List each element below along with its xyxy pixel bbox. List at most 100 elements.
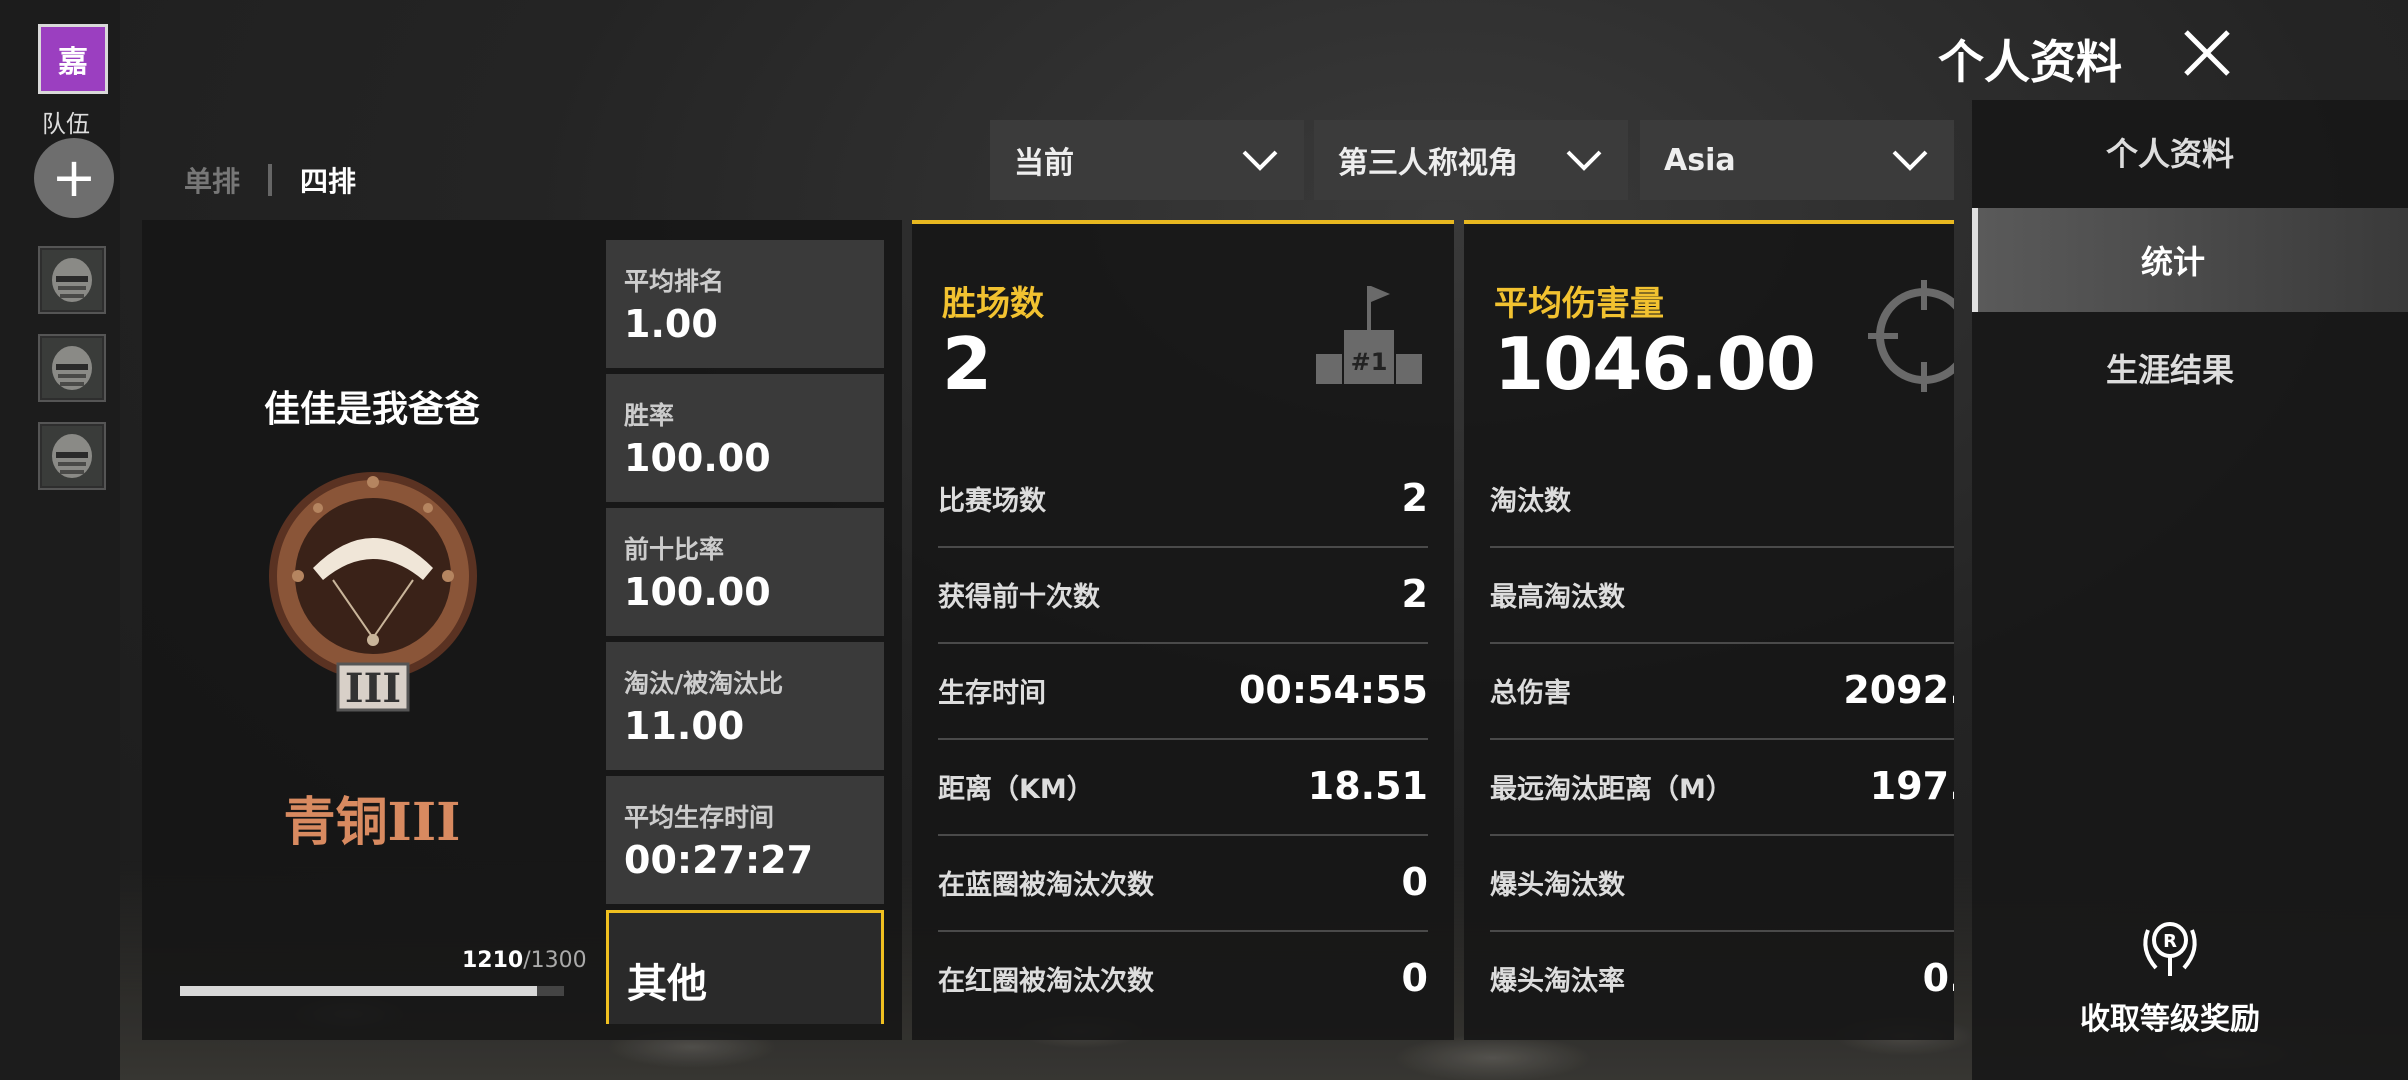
row-label: 总伤害 (1490, 677, 1571, 709)
teammate-avatar-2[interactable] (38, 334, 106, 402)
row-label: 生存时间 (938, 677, 1046, 709)
stat-label: 淘汰/被淘汰比 (624, 669, 784, 698)
stat-row-blue-zone-deaths: 在蓝圈被淘汰次数 0 (938, 834, 1428, 930)
season-value: 当前 (1014, 146, 1074, 181)
stat-value: 100.00 (624, 570, 771, 614)
nav-item-label: 统计 (2140, 243, 2205, 281)
nav-item-stats[interactable]: 统计 (1972, 208, 2408, 312)
row-label: 最高淘汰数 (1490, 581, 1625, 613)
tab-divider (268, 164, 273, 196)
xp-progress-bar (180, 986, 564, 996)
nav-item-label: 个人资料 (2105, 135, 2234, 173)
wins-value: 2 (942, 322, 992, 406)
reward-label: 收取等级奖励 (2080, 1002, 2260, 1037)
stat-label: 胜率 (624, 401, 675, 430)
chevron-down-icon (1566, 150, 1602, 171)
tab-squad[interactable]: 四排 (300, 160, 356, 200)
bronze-rank-badge-icon: III (269, 472, 477, 712)
profile-card: 佳佳是我爸爸 III 青铜III 1210/1300 平均排名 1.00 胜率 … (142, 220, 902, 1040)
mode-tabs: 单排 四排 (184, 160, 356, 200)
stat-row-headshot-rate: 爆头淘汰率 0.3 (1490, 930, 1954, 1026)
stat-tile-avg-survival: 平均生存时间 00:27:27 (606, 776, 884, 904)
nav-item-label: 生涯结果 (2105, 351, 2234, 389)
stat-row-red-zone-deaths: 在红圈被淘汰次数 0 (938, 930, 1428, 1026)
podium-rank-label: #1 (1351, 348, 1388, 376)
wins-title: 胜场数 (942, 284, 1044, 324)
tab-solo[interactable]: 单排 (184, 160, 240, 200)
crosshair-icon (1868, 280, 1954, 392)
teammate-avatar-3[interactable] (38, 422, 106, 490)
stat-row-distance: 距离（KM） 18.51 (938, 738, 1428, 834)
soldier-helmet-icon (42, 426, 102, 486)
stat-row-total-damage: 总伤害 2092.0 (1490, 642, 1954, 738)
podium-flag-icon: #1 (1316, 286, 1422, 384)
rank-numeral: III (345, 665, 401, 712)
row-value: 2092.0 (1843, 668, 1954, 712)
region-value: Asia (1664, 142, 1736, 178)
row-value: 197.0 (1869, 764, 1954, 808)
damage-title: 平均伤害量 (1494, 284, 1664, 324)
right-nav-panel: 个人资料 统计 生涯结果 R 收取等级奖励 (1972, 100, 2408, 1080)
row-label: 爆头淘汰率 (1490, 965, 1625, 997)
page-title: 个人资料 (1938, 35, 2122, 89)
xp-progress-fill (180, 986, 538, 996)
soldier-helmet-icon (42, 250, 102, 310)
team-sidebar: 嘉 队伍 + (0, 0, 120, 1080)
nav-item-profile[interactable]: 个人资料 (1972, 100, 2408, 204)
row-value: 18.51 (1307, 764, 1428, 808)
stat-row-survival-time: 生存时间 00:54:55 (938, 642, 1428, 738)
stat-row-matches: 比赛场数 2 (938, 450, 1428, 546)
other-stats-label: 其他 (627, 960, 707, 1007)
chevron-down-icon (1242, 150, 1278, 171)
soldier-helmet-icon (42, 338, 102, 398)
row-value: 0 (1401, 860, 1428, 904)
wins-card: 胜场数 2 #1 比赛场数 2 获得前十次数 2 生存时间 00:54:55 距… (912, 220, 1454, 1040)
xp-current: 1210 (462, 948, 524, 973)
stat-tile-kd-ratio: 淘汰/被淘汰比 11.00 (606, 642, 884, 770)
row-value: 2 (1401, 572, 1428, 616)
row-label: 获得前十次数 (938, 581, 1100, 613)
xp-max: /1300 (523, 948, 587, 973)
stat-tile-avg-rank: 平均排名 1.00 (606, 240, 884, 368)
self-avatar[interactable]: 嘉 (38, 24, 108, 94)
stat-value: 11.00 (624, 704, 745, 748)
row-label: 距离（KM） (938, 773, 1094, 805)
other-stats-tab[interactable]: 其他 (606, 910, 884, 1024)
damage-card: 平均伤害量 1046.00 淘汰数 最高淘汰数 总伤害 2092.0 最远淘汰距… (1464, 220, 1954, 1040)
perspective-dropdown[interactable]: 第三人称视角 (1314, 120, 1628, 200)
stat-row-kills: 淘汰数 (1490, 450, 1954, 546)
damage-value: 1046.00 (1494, 322, 1816, 406)
region-dropdown[interactable]: Asia (1640, 120, 1954, 200)
row-value: 00:54:55 (1238, 668, 1428, 712)
nav-item-career[interactable]: 生涯结果 (1972, 316, 2408, 420)
player-name: 佳佳是我爸爸 (263, 389, 480, 430)
stat-value: 1.00 (624, 302, 718, 346)
collect-level-reward-button[interactable]: R 收取等级奖励 (1972, 910, 2408, 1038)
stat-label: 平均排名 (624, 267, 725, 296)
add-teammate-button[interactable]: + (34, 138, 114, 218)
chevron-down-icon (1892, 150, 1928, 171)
row-label: 比赛场数 (938, 485, 1046, 517)
laurel-medal-icon: R (2143, 922, 2197, 976)
stat-value: 00:27:27 (624, 838, 814, 882)
close-icon[interactable] (2180, 26, 2234, 80)
stat-row-max-kills: 最高淘汰数 (1490, 546, 1954, 642)
stat-tile-top10-rate: 前十比率 100.00 (606, 508, 884, 636)
row-value: 0 (1401, 956, 1428, 1000)
teammate-avatar-1[interactable] (38, 246, 106, 314)
perspective-value: 第三人称视角 (1338, 146, 1518, 181)
team-label: 队伍 (42, 110, 90, 138)
stat-tile-win-rate: 胜率 100.00 (606, 374, 884, 502)
stat-row-top10: 获得前十次数 2 (938, 546, 1428, 642)
stat-label: 前十比率 (624, 535, 725, 564)
row-label: 在蓝圈被淘汰次数 (938, 869, 1154, 901)
stat-row-headshot-kills: 爆头淘汰数 (1490, 834, 1954, 930)
xp-progress-text: 1210/1300 (462, 948, 587, 973)
stat-label: 平均生存时间 (624, 803, 775, 832)
season-dropdown[interactable]: 当前 (990, 120, 1304, 200)
stat-value: 100.00 (624, 436, 771, 480)
row-label: 爆头淘汰数 (1490, 869, 1625, 901)
reward-icon-letter: R (2163, 931, 2177, 952)
row-label: 在红圈被淘汰次数 (938, 965, 1154, 997)
rank-name: 青铜III (283, 792, 461, 853)
